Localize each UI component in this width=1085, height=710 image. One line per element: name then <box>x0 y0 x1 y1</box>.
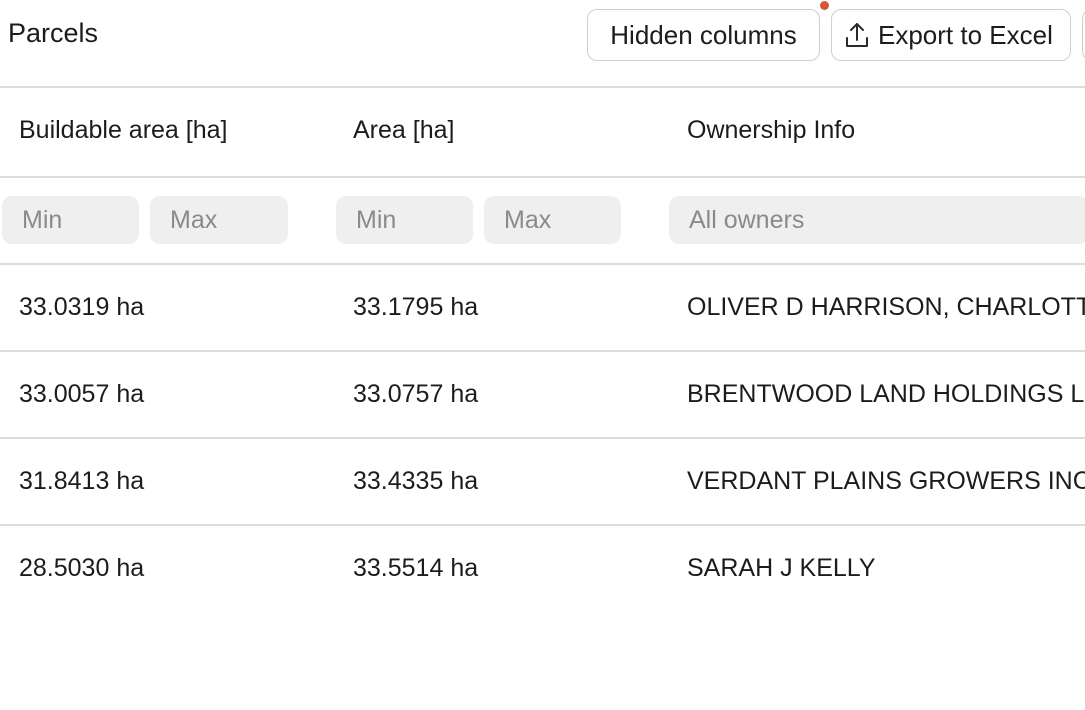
buildable-area-cell: 28.5030 ha <box>19 554 145 582</box>
filter-row <box>0 178 1085 265</box>
column-header-ownership-info[interactable]: Ownership Info <box>687 116 855 145</box>
area-cell: 33.4335 ha <box>353 467 479 495</box>
upload-icon <box>844 21 870 49</box>
toolbar: Parcels Hidden columns Export to Excel <box>0 0 1085 88</box>
area-max-input[interactable] <box>484 196 621 244</box>
export-to-excel-button[interactable]: Export to Excel <box>831 9 1071 61</box>
buildable-area-cell: 33.0319 ha <box>19 293 145 321</box>
hidden-columns-button[interactable]: Hidden columns <box>587 9 820 61</box>
owner-cell: OLIVER D HARRISON, CHARLOTTE <box>687 293 1085 321</box>
buildable-area-cell: 33.0057 ha <box>19 380 145 408</box>
owner-cell: BRENTWOOD LAND HOLDINGS LLC <box>687 380 1085 408</box>
owner-cell: VERDANT PLAINS GROWERS INC <box>687 467 1085 495</box>
owner-cell: SARAH J KELLY <box>687 554 876 582</box>
area-min-input[interactable] <box>336 196 473 244</box>
table-row[interactable]: 33.0057 ha 33.0757 ha BRENTWOOD LAND HOL… <box>0 352 1085 439</box>
buildable-area-cell: 31.8413 ha <box>19 467 145 495</box>
table-row[interactable]: 33.0319 ha 33.1795 ha OLIVER D HARRISON,… <box>0 265 1085 352</box>
table-row[interactable]: 28.5030 ha 33.5514 ha SARAH J KELLY <box>0 526 1085 613</box>
column-header-buildable-area[interactable]: Buildable area [ha] <box>19 116 227 145</box>
table-header: Buildable area [ha] Area [ha] Ownership … <box>0 88 1085 178</box>
notification-dot <box>820 1 829 10</box>
column-header-area[interactable]: Area [ha] <box>353 116 454 145</box>
area-cell: 33.0757 ha <box>353 380 479 408</box>
export-label: Export to Excel <box>878 19 1053 50</box>
page-title: Parcels <box>8 18 99 48</box>
parcels-page: Parcels Hidden columns Export to Excel B… <box>0 0 1085 710</box>
area-cell: 33.5514 ha <box>353 554 479 582</box>
table-row[interactable]: 31.8413 ha 33.4335 ha VERDANT PLAINS GRO… <box>0 439 1085 526</box>
buildable-area-min-input[interactable] <box>2 196 139 244</box>
owner-filter-input[interactable] <box>669 196 1085 244</box>
buildable-area-max-input[interactable] <box>150 196 288 244</box>
area-cell: 33.1795 ha <box>353 293 479 321</box>
hidden-columns-label: Hidden columns <box>610 19 797 50</box>
